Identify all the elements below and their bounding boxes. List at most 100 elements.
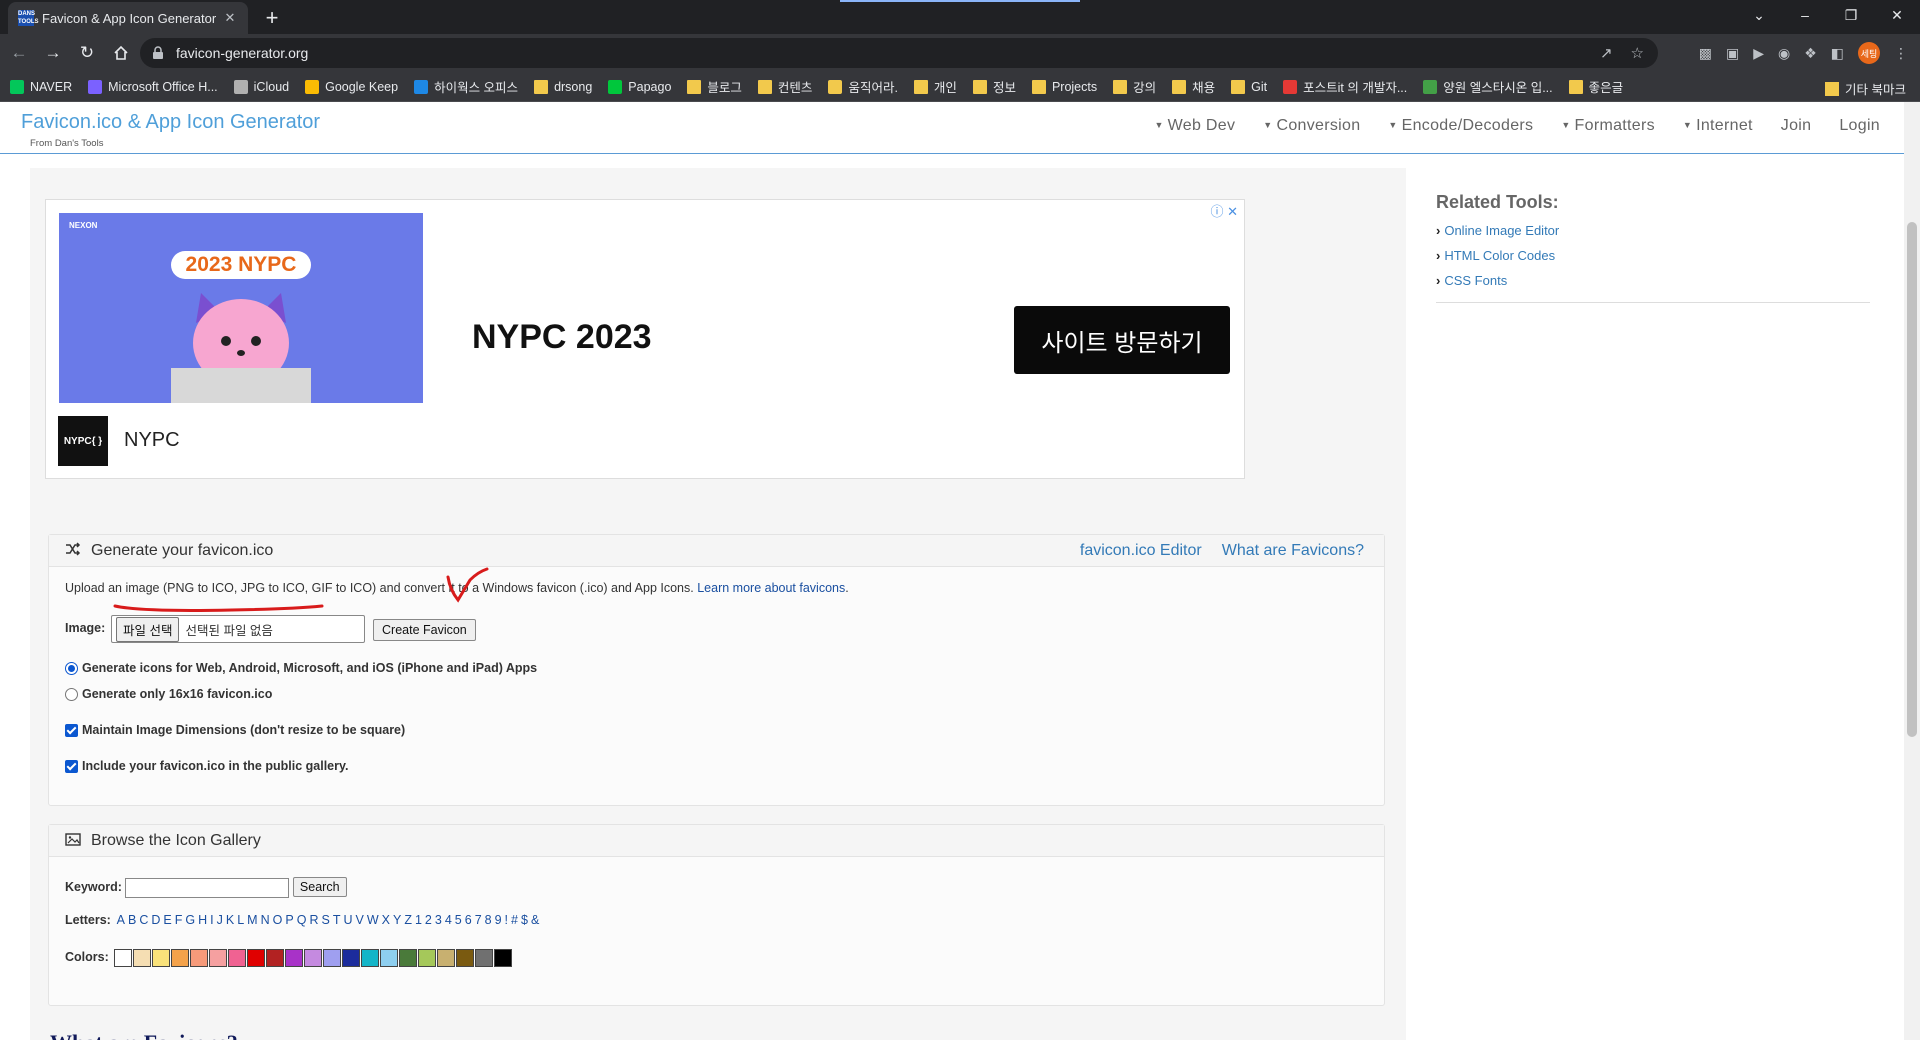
minimize-button[interactable]: –: [1782, 0, 1828, 30]
letter-link[interactable]: 3: [435, 913, 442, 927]
color-swatch[interactable]: [133, 949, 152, 967]
letter-link[interactable]: D: [151, 913, 160, 927]
letter-link[interactable]: X: [382, 913, 390, 927]
bookmark-item[interactable]: 채용: [1172, 77, 1215, 96]
ad-headline[interactable]: NYPC 2023: [472, 318, 652, 357]
letter-link[interactable]: I: [210, 913, 213, 927]
public-gallery-checkbox[interactable]: [65, 760, 78, 774]
option-16x16[interactable]: Generate only 16x16 favicon.ico: [65, 687, 272, 702]
bookmark-item[interactable]: Google Keep: [305, 79, 398, 94]
color-swatch[interactable]: [323, 949, 342, 967]
extension-icon[interactable]: ▣: [1726, 45, 1739, 62]
puzzle-icon[interactable]: ❖: [1804, 45, 1817, 62]
letter-link[interactable]: F: [175, 913, 183, 927]
bookmark-item[interactable]: 컨텐츠: [757, 77, 812, 96]
related-tool-link[interactable]: › Online Image Editor: [1436, 223, 1876, 238]
bookmark-item[interactable]: iCloud: [233, 79, 289, 94]
letter-link[interactable]: T: [333, 913, 341, 927]
bookmark-item[interactable]: 양원 엘스타시온 입...: [1423, 77, 1553, 96]
bookmark-item[interactable]: drsong: [534, 79, 592, 94]
color-swatch[interactable]: [456, 949, 475, 967]
ad-logo[interactable]: NYPC{ }: [58, 416, 108, 466]
bookmark-item[interactable]: 좋은글: [1568, 77, 1623, 96]
letter-link[interactable]: O: [273, 913, 283, 927]
color-swatch[interactable]: [399, 949, 418, 967]
url-text[interactable]: favicon-generator.org: [176, 45, 308, 61]
search-button[interactable]: Search: [292, 877, 347, 897]
nav-menu-encode-decoders[interactable]: ▼ Encode/Decoders: [1388, 117, 1533, 135]
maintain-dimensions-option[interactable]: Maintain Image Dimensions (don't resize …: [65, 723, 405, 738]
reload-icon[interactable]: ↻: [72, 38, 102, 68]
letter-link[interactable]: U: [343, 913, 352, 927]
maximize-button[interactable]: ❐: [1828, 0, 1874, 30]
color-swatch[interactable]: [342, 949, 361, 967]
letter-link[interactable]: Q: [297, 913, 307, 927]
color-swatch[interactable]: [494, 949, 513, 967]
option-all-apps[interactable]: Generate icons for Web, Android, Microso…: [65, 661, 537, 676]
dans-tools-link[interactable]: Dan's Tools: [55, 138, 104, 149]
color-swatch[interactable]: [266, 949, 285, 967]
letter-link[interactable]: K: [226, 913, 234, 927]
color-swatch[interactable]: [190, 949, 209, 967]
ad-image[interactable]: NEXON 2023 NYPC: [59, 213, 423, 403]
letter-link[interactable]: Z: [404, 913, 412, 927]
letter-link[interactable]: P: [285, 913, 293, 927]
site-brand-link[interactable]: Favicon.ico & App Icon Generator: [21, 111, 320, 134]
related-tool-link[interactable]: › HTML Color Codes: [1436, 248, 1876, 263]
favicon-editor-link[interactable]: favicon.ico Editor: [1080, 542, 1202, 560]
radio-all-apps[interactable]: [65, 662, 78, 676]
ad-brand-name[interactable]: NYPC: [124, 429, 180, 452]
letter-link[interactable]: B: [128, 913, 136, 927]
home-icon[interactable]: [106, 38, 136, 68]
bookmark-item[interactable]: Papago: [608, 79, 671, 94]
color-swatch[interactable]: [152, 949, 171, 967]
bookmark-item[interactable]: 강의: [1113, 77, 1156, 96]
forward-icon[interactable]: →: [38, 38, 68, 68]
letter-link[interactable]: A: [117, 913, 125, 927]
color-swatch[interactable]: [475, 949, 494, 967]
color-swatch[interactable]: [304, 949, 323, 967]
bookmark-item[interactable]: 정보: [972, 77, 1016, 96]
letter-link[interactable]: C: [139, 913, 148, 927]
color-swatch[interactable]: [418, 949, 437, 967]
page-scrollbar[interactable]: [1904, 102, 1920, 1040]
bookmark-item[interactable]: 블로그: [687, 77, 742, 96]
bookmark-item[interactable]: Projects: [1031, 79, 1097, 94]
side-panel-icon[interactable]: ◧: [1831, 45, 1844, 62]
letter-link[interactable]: E: [163, 913, 171, 927]
color-swatch[interactable]: [361, 949, 380, 967]
letter-link[interactable]: 7: [475, 913, 482, 927]
radio-16x16[interactable]: [65, 688, 78, 702]
color-swatch[interactable]: [380, 949, 399, 967]
nav-menu-internet[interactable]: ▼ Internet: [1683, 117, 1753, 135]
letter-link[interactable]: L: [237, 913, 244, 927]
menu-kebab-icon[interactable]: ⋮: [1894, 45, 1908, 62]
letter-link[interactable]: $: [521, 913, 528, 927]
letter-link[interactable]: 2: [425, 913, 432, 927]
camera-extension-icon[interactable]: ◉: [1778, 45, 1790, 62]
scrollbar-thumb[interactable]: [1907, 222, 1917, 737]
lock-icon[interactable]: [152, 46, 166, 60]
file-input[interactable]: 파일 선택 선택된 파일 없음: [111, 615, 365, 643]
nav-menu-formatters[interactable]: ▼ Formatters: [1561, 117, 1655, 135]
letter-link[interactable]: !: [505, 913, 508, 927]
letter-link[interactable]: 6: [465, 913, 472, 927]
bookmark-item[interactable]: 움직어라.: [828, 77, 898, 96]
letter-link[interactable]: W: [367, 913, 379, 927]
ad-visit-button[interactable]: 사이트 방문하기: [1014, 306, 1230, 374]
tab-close-icon[interactable]: ✕: [222, 10, 238, 26]
back-icon[interactable]: ←: [4, 38, 34, 68]
maintain-dimensions-checkbox[interactable]: [65, 724, 78, 738]
new-tab-button[interactable]: +: [258, 4, 286, 32]
close-window-button[interactable]: ✕: [1874, 0, 1920, 30]
letter-link[interactable]: M: [247, 913, 257, 927]
advertisement[interactable]: NEXON 2023 NYPC NYPC 2023 사이트 방문하기 NYPC{…: [45, 199, 1245, 479]
share-icon[interactable]: ↗: [1600, 44, 1613, 62]
letter-link[interactable]: &: [531, 913, 539, 927]
color-swatch[interactable]: [437, 949, 456, 967]
letter-link[interactable]: N: [261, 913, 270, 927]
extension-icon[interactable]: ▶: [1753, 45, 1764, 62]
letter-link[interactable]: G: [185, 913, 195, 927]
bookmark-item[interactable]: NAVER: [10, 79, 72, 94]
letter-link[interactable]: V: [355, 913, 363, 927]
